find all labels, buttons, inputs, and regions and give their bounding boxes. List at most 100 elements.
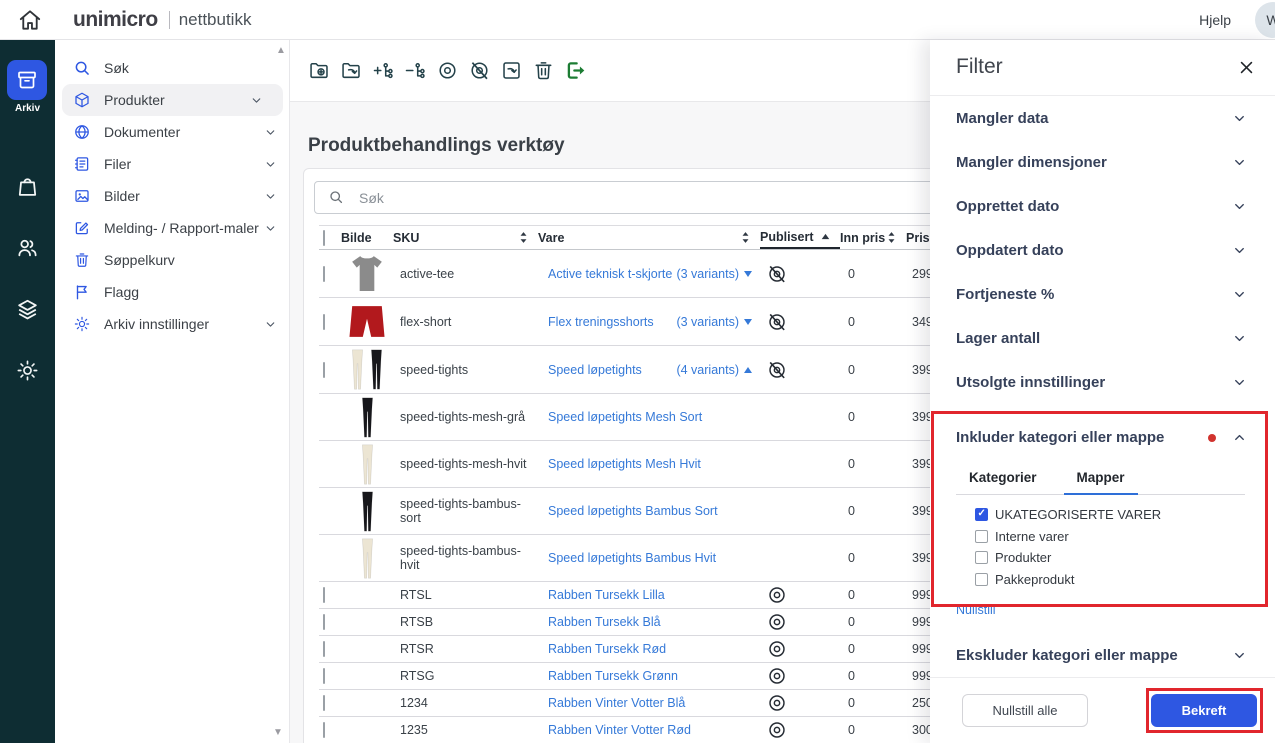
- product-link[interactable]: Speed løpetights Mesh Sort: [548, 410, 702, 424]
- sidebar-item-dokumenter[interactable]: Dokumenter: [55, 116, 290, 148]
- row-checkbox[interactable]: [323, 314, 325, 330]
- product-link[interactable]: Flex treningsshorts: [548, 315, 654, 329]
- checkbox-checked[interactable]: [975, 508, 988, 521]
- shopping-bag-icon: [15, 174, 40, 199]
- product-link[interactable]: Rabben Vinter Votter Blå: [548, 696, 685, 710]
- inn-pris-cell: 0: [840, 410, 906, 424]
- sidebar-item-bilder[interactable]: Bilder: [55, 180, 290, 212]
- top-bar: unimicro nettbutikk Hjelp W: [0, 0, 1275, 40]
- checkbox[interactable]: [975, 573, 988, 586]
- product-link[interactable]: Rabben Tursekk Grønn: [548, 669, 678, 683]
- filter-section-mangler-data[interactable]: Mangler data: [930, 96, 1275, 140]
- include-section-header[interactable]: Inkluder kategori eller mappe: [930, 415, 1275, 460]
- product-image-red-shorts: [341, 303, 393, 340]
- col-header-inn-pris[interactable]: Inn pris: [840, 226, 906, 250]
- add-folder-button[interactable]: [308, 59, 331, 82]
- add-to-category-button[interactable]: [372, 59, 395, 82]
- filter-panel: Filter Mangler data Mangler dimensjoner …: [930, 40, 1275, 743]
- product-link[interactable]: Active teknisk t-skjorte: [548, 267, 672, 281]
- inn-pris-cell: 0: [840, 551, 906, 565]
- gear-icon: [73, 315, 91, 333]
- remove-from-category-button[interactable]: [404, 59, 427, 82]
- tab-mapper[interactable]: Mapper: [1064, 464, 1138, 495]
- sidebar-item-arkiv-innstillinger[interactable]: Arkiv innstillinger: [55, 308, 290, 340]
- nav-rail: Arkiv: [0, 40, 55, 743]
- tab-kategorier[interactable]: Kategorier: [956, 464, 1050, 494]
- product-image-gray-tshirt: [341, 253, 393, 294]
- sidebar-item-maler[interactable]: Melding- / Rapport-maler: [55, 212, 290, 244]
- publish-button[interactable]: [436, 59, 459, 82]
- row-checkbox[interactable]: [323, 614, 325, 630]
- nav-rail-item-modules[interactable]: [15, 297, 40, 322]
- filter-section-mangler-dimensjoner[interactable]: Mangler dimensjoner: [930, 140, 1275, 184]
- user-avatar[interactable]: W: [1255, 2, 1275, 38]
- sidebar-scroll-down[interactable]: ▼: [273, 728, 283, 738]
- select-all-checkbox[interactable]: [323, 230, 325, 246]
- row-checkbox[interactable]: [323, 668, 325, 684]
- inn-pris-cell: 0: [840, 669, 906, 683]
- filter-section-lager-antall[interactable]: Lager antall: [930, 317, 1275, 361]
- product-link[interactable]: Speed løpetights Mesh Hvit: [548, 457, 701, 471]
- nullstill-link[interactable]: Nullstill: [956, 603, 996, 617]
- filter-section-ekskluder-kategori[interactable]: Ekskluder kategori eller mappe: [930, 633, 1275, 677]
- chevron-down-icon: [250, 94, 263, 107]
- option-ukategoriserte-varer[interactable]: UKATEGORISERTE VARER: [975, 504, 1275, 526]
- variants-toggle[interactable]: (3 variants): [676, 267, 752, 281]
- sidebar-item-sok[interactable]: Søk: [55, 52, 290, 84]
- col-header-publisert[interactable]: Publisert: [760, 226, 840, 250]
- nullstill-alle-button[interactable]: Nullstill alle: [962, 694, 1088, 727]
- option-pakkeprodukt[interactable]: Pakkeprodukt: [975, 569, 1275, 591]
- help-link[interactable]: Hjelp: [1199, 12, 1231, 28]
- col-header-vare[interactable]: Vare: [538, 226, 760, 250]
- product-link[interactable]: Rabben Tursekk Rød: [548, 642, 666, 656]
- nav-rail-item-customers[interactable]: [15, 235, 40, 260]
- eye-icon: [766, 719, 788, 741]
- product-link[interactable]: Rabben Tursekk Lilla: [548, 588, 665, 602]
- sidebar-item-label: Flagg: [104, 284, 139, 300]
- sidebar-item-soppelkurv[interactable]: Søppelkurv: [55, 244, 290, 276]
- close-icon[interactable]: [1238, 59, 1255, 76]
- sort-asc-icon: [821, 233, 830, 240]
- eye-icon: [766, 692, 788, 714]
- filter-section-oppdatert-dato[interactable]: Oppdatert dato: [930, 228, 1275, 272]
- nav-rail-item-settings[interactable]: [15, 358, 40, 383]
- home-button[interactable]: [17, 7, 43, 33]
- row-checkbox[interactable]: [323, 587, 325, 603]
- option-produkter[interactable]: Produkter: [975, 547, 1275, 569]
- brand-suffix: nettbutikk: [179, 10, 252, 30]
- row-checkbox[interactable]: [323, 722, 325, 738]
- unpublish-button[interactable]: [468, 59, 491, 82]
- nav-rail-item-shop[interactable]: [15, 174, 40, 199]
- product-image-tights-pair: [341, 348, 393, 391]
- row-checkbox[interactable]: [323, 641, 325, 657]
- product-link[interactable]: Speed løpetights Bambus Hvit: [548, 551, 716, 565]
- export-button[interactable]: [564, 59, 587, 82]
- checkbox[interactable]: [975, 551, 988, 564]
- product-link[interactable]: Speed løpetights Bambus Sort: [548, 504, 718, 518]
- bekreft-button[interactable]: Bekreft: [1151, 694, 1257, 727]
- sidebar-item-flagg[interactable]: Flagg: [55, 276, 290, 308]
- option-interne-varer[interactable]: Interne varer: [975, 526, 1275, 548]
- row-checkbox[interactable]: [323, 362, 325, 378]
- variants-toggle[interactable]: (4 variants): [676, 363, 752, 377]
- nav-rail-item-arkiv[interactable]: [7, 60, 47, 100]
- variants-toggle[interactable]: (3 variants): [676, 315, 752, 329]
- filter-section-fortjeneste[interactable]: Fortjeneste %: [930, 273, 1275, 317]
- delete-button[interactable]: [532, 59, 555, 82]
- product-link[interactable]: Rabben Vinter Votter Rød: [548, 723, 691, 737]
- sidebar-item-filer[interactable]: Filer: [55, 148, 290, 180]
- row-checkbox[interactable]: [323, 695, 325, 711]
- sku-cell: RTSG: [393, 669, 538, 683]
- col-header-sku[interactable]: SKU: [393, 226, 538, 250]
- sidebar-item-produkter[interactable]: Produkter: [62, 84, 283, 116]
- product-link[interactable]: Rabben Tursekk Blå: [548, 615, 661, 629]
- move-page-button[interactable]: [500, 59, 523, 82]
- filter-footer: Nullstill alle Bekreft: [930, 677, 1275, 743]
- move-to-folder-button[interactable]: [340, 59, 363, 82]
- filter-section-opprettet-dato[interactable]: Opprettet dato: [930, 184, 1275, 228]
- checkbox[interactable]: [975, 530, 988, 543]
- filter-section-utsolgte[interactable]: Utsolgte innstillinger: [930, 361, 1275, 405]
- flag-icon: [73, 283, 91, 301]
- product-link[interactable]: Speed løpetights: [548, 363, 642, 377]
- row-checkbox[interactable]: [323, 266, 325, 282]
